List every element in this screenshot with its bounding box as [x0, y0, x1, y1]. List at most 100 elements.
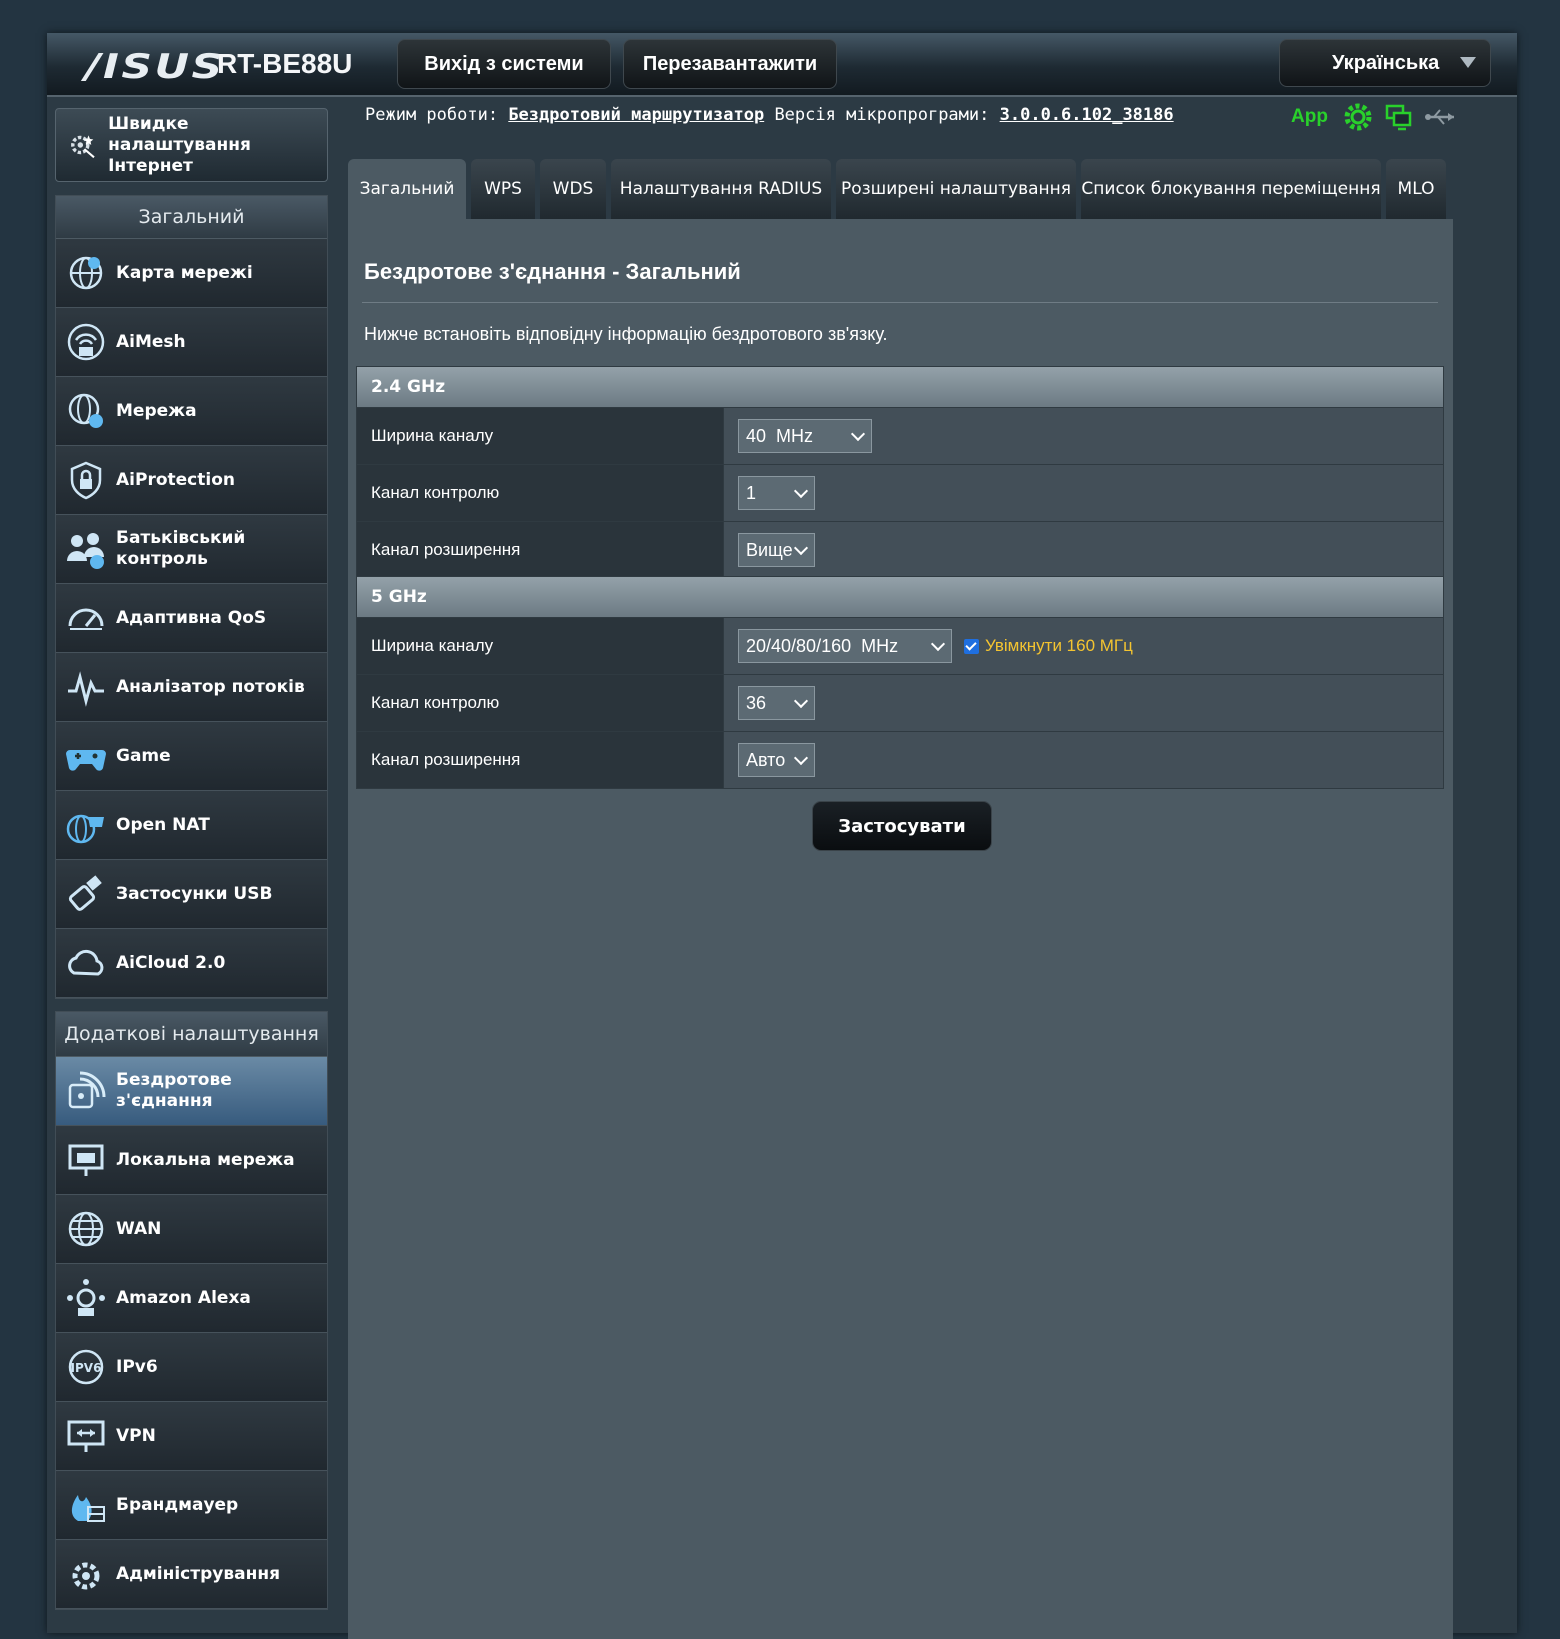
- qis-label: Швидке налаштування Інтернет: [108, 113, 251, 176]
- band-5ghz-section: 5 GHz Ширина каналу 20/40/80/160 MHz Уві…: [356, 576, 1444, 789]
- general-menu-header: Загальний: [56, 196, 327, 239]
- sidebar-item-wan[interactable]: WAN: [56, 1195, 327, 1264]
- top-header: /ISUS RT-BE88U Вихід з системи Перезаван…: [47, 33, 1517, 97]
- enable-160mhz-checkbox[interactable]: [964, 638, 979, 654]
- aimesh-icon: [67, 323, 105, 361]
- parental-control-icon: [67, 533, 104, 569]
- sidebar-item-network-map[interactable]: Карта мережі: [56, 239, 327, 308]
- tab-general[interactable]: Загальний: [348, 159, 466, 219]
- mode-link[interactable]: Бездротовий маршрутизатор: [508, 105, 764, 125]
- page-description: Нижче встановіть відповідну інформацію б…: [364, 324, 888, 344]
- sidebar-item-aiprotection[interactable]: AiProtection: [56, 446, 327, 515]
- sidebar-item-administration[interactable]: Адміністрування: [56, 1540, 327, 1609]
- control-channel-24-select[interactable]: 1: [738, 476, 815, 510]
- alexa-icon: [67, 1279, 105, 1316]
- sidebar-item-qos[interactable]: Адаптивна QoS: [56, 584, 327, 653]
- gear-wand-icon: [71, 135, 95, 159]
- sidebar-item-label: Аналізатор потоків: [116, 676, 305, 697]
- aicloud-icon: [68, 949, 104, 976]
- administration-icon: [72, 1562, 100, 1590]
- control-channel-5-select[interactable]: 36: [738, 686, 815, 720]
- control-channel-5-value: 36: [746, 692, 767, 713]
- sidebar-item-vpn[interactable]: VPN: [56, 1402, 327, 1471]
- gear-status-icon[interactable]: [1342, 101, 1374, 133]
- bandwidth-5-select[interactable]: 20/40/80/160 MHz: [738, 629, 952, 663]
- sidebar-item-wireless[interactable]: Бездротове з'єднання: [56, 1057, 327, 1126]
- table-row: Канал розширення Авто: [356, 732, 1444, 789]
- sidebar-item-open-nat[interactable]: Open NAT: [56, 791, 327, 860]
- quick-internet-setup[interactable]: Швидке налаштування Інтернет: [55, 108, 328, 182]
- enable-160mhz-option: Увімкнути 160 МГц: [964, 636, 1133, 656]
- bandwidth-24-value: 40 MHz: [746, 425, 814, 446]
- logout-button[interactable]: Вихід з системи: [397, 39, 611, 89]
- band-24ghz-header: 2.4 GHz: [356, 366, 1444, 408]
- traffic-analyzer-icon: [68, 671, 104, 707]
- sidebar-item-game[interactable]: Game: [56, 722, 327, 791]
- open-nat-icon: [66, 814, 104, 844]
- sidebar-item-label: Open NAT: [116, 814, 210, 835]
- language-select[interactable]: Українська: [1279, 39, 1491, 87]
- advanced-menu: Додаткові налаштування Бездротове з'єдна…: [55, 1011, 328, 1610]
- sidebar-item-label: IPv6: [116, 1356, 158, 1377]
- sidebar-item-label: Локальна мережа: [116, 1149, 295, 1170]
- apply-button[interactable]: Застосувати: [812, 801, 992, 851]
- vpn-icon: [67, 1420, 105, 1452]
- ipv6-icon: IPV6: [68, 1349, 104, 1385]
- sidebar-item-label: Адаптивна QoS: [116, 607, 267, 628]
- sidebar-item-firewall[interactable]: Брандмауер: [56, 1471, 327, 1540]
- usb-icon: [68, 875, 102, 911]
- language-label: Українська: [1332, 51, 1440, 74]
- tab-wds[interactable]: WDS: [540, 159, 606, 219]
- qos-icon: [68, 608, 104, 630]
- reboot-button[interactable]: Перезавантажити: [623, 39, 837, 89]
- main-content: Бездротове з'єднання - Загальний Нижче в…: [348, 219, 1453, 1639]
- chevron-down-icon: [793, 750, 809, 766]
- sidebar-item-ipv6[interactable]: IPV6 IPv6: [56, 1333, 327, 1402]
- tab-wps[interactable]: WPS: [471, 159, 535, 219]
- tab-roaming-block-list[interactable]: Список блокування переміщення: [1081, 159, 1381, 219]
- table-row: Канал розширення Вище: [356, 522, 1444, 579]
- firmware-link[interactable]: 3.0.0.6.102_38186: [1000, 105, 1174, 125]
- bandwidth-24-label: Ширина каналу: [357, 408, 723, 464]
- sidebar-item-lan[interactable]: Локальна мережа: [56, 1126, 327, 1195]
- page-title: Бездротове з'єднання - Загальний: [364, 259, 741, 284]
- aiprotection-icon: [70, 461, 102, 500]
- sidebar-item-label: Брандмауер: [116, 1494, 239, 1515]
- sidebar-item-label: Застосунки USB: [116, 883, 273, 904]
- sidebar-item-label: WAN: [116, 1218, 162, 1239]
- firmware-label: Версія мікропрограми:: [774, 105, 990, 125]
- title-divider: [362, 302, 1438, 303]
- clients-status-icon[interactable]: [1384, 102, 1414, 132]
- control-channel-24-value: 1: [746, 482, 757, 503]
- chevron-down-icon: [793, 483, 809, 499]
- table-row: Канал контролю 36: [356, 675, 1444, 732]
- bandwidth-5-label: Ширина каналу: [357, 618, 723, 674]
- chevron-down-icon: [850, 426, 866, 442]
- sidebar-item-aicloud[interactable]: AiCloud 2.0: [56, 929, 327, 998]
- sidebar-item-network[interactable]: Мережа: [56, 377, 327, 446]
- sidebar-item-parental-control[interactable]: Батьківський контроль: [56, 515, 327, 584]
- usb-status-icon[interactable]: [1424, 105, 1458, 129]
- tab-professional[interactable]: Розширені налаштування: [836, 159, 1076, 219]
- sidebar-item-usb[interactable]: Застосунки USB: [56, 860, 327, 929]
- svg-text:IPV6: IPV6: [71, 1361, 102, 1375]
- ext-channel-24-select[interactable]: Вище: [738, 533, 815, 567]
- sidebar-item-aimesh[interactable]: AiMesh: [56, 308, 327, 377]
- chevron-down-icon: [930, 636, 946, 652]
- dropdown-triangle-icon: [1460, 57, 1476, 68]
- tab-radius[interactable]: Налаштування RADIUS: [611, 159, 831, 219]
- sidebar-item-label: AiProtection: [116, 469, 235, 490]
- mode-label: Режим роботи:: [365, 105, 499, 125]
- ext-channel-5-select[interactable]: Авто: [738, 743, 815, 777]
- sidebar-item-label: Карта мережі: [116, 262, 253, 283]
- ext-channel-5-label: Канал розширення: [357, 732, 723, 788]
- bandwidth-24-select[interactable]: 40 MHz: [738, 419, 872, 453]
- sidebar-item-traffic-analyzer[interactable]: Аналізатор потоків: [56, 653, 327, 722]
- app-link[interactable]: App: [1291, 106, 1328, 128]
- sidebar-item-label: Бездротове з'єднання: [116, 1070, 232, 1111]
- tab-mlo[interactable]: MLO: [1386, 159, 1446, 219]
- sidebar-item-alexa[interactable]: Amazon Alexa: [56, 1264, 327, 1333]
- status-line: Режим роботи: Бездротовий маршрутизатор …: [365, 105, 1174, 125]
- table-row: Ширина каналу 40 MHz: [356, 408, 1444, 465]
- model-name: RT-BE88U: [217, 48, 353, 79]
